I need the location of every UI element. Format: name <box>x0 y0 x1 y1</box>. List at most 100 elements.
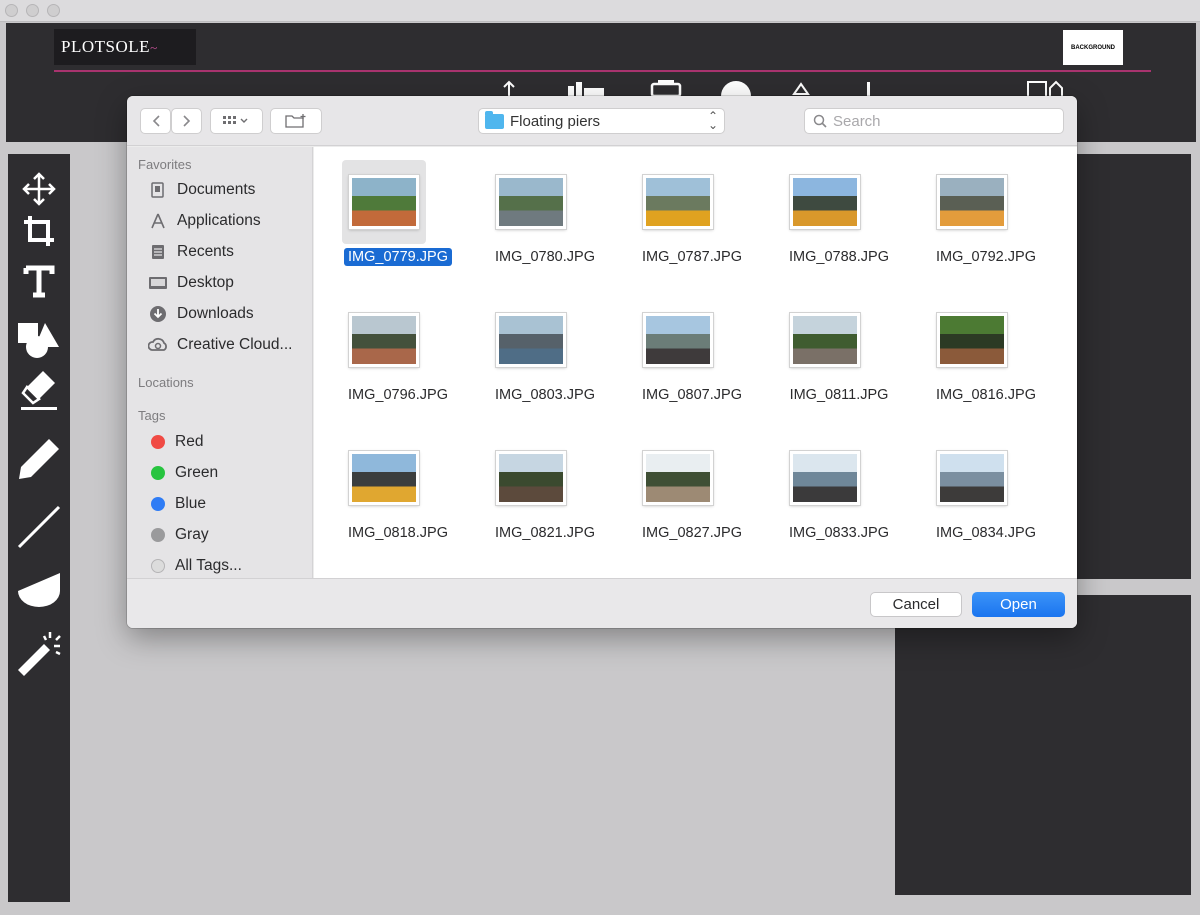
photo-thumbnail <box>643 175 713 229</box>
file-item[interactable]: IMG_0816.JPG <box>901 298 1036 418</box>
properties-panel <box>895 595 1191 895</box>
photo-thumbnail <box>643 451 713 505</box>
sidebar-item-downloads[interactable]: Downloads <box>147 302 254 326</box>
search-field[interactable] <box>804 108 1064 134</box>
file-item[interactable]: IMG_0780.JPG <box>460 160 595 280</box>
file-item[interactable]: IMG_0779.JPG <box>313 160 452 280</box>
crop-icon[interactable] <box>16 208 62 254</box>
green-tag-icon <box>151 466 165 480</box>
photo-thumbnail <box>496 313 566 367</box>
file-thumbnail-frame <box>636 436 720 520</box>
photo-thumbnail <box>790 313 860 367</box>
file-thumbnail-frame <box>930 436 1014 520</box>
photo-thumbnail <box>349 313 419 367</box>
move-icon[interactable] <box>16 166 62 212</box>
file-item[interactable]: IMG_0834.JPG <box>901 436 1036 556</box>
blue-tag-icon <box>151 497 165 511</box>
layers-panel <box>1076 154 1191 579</box>
window-titlebar <box>0 0 1200 22</box>
photo-thumbnail <box>496 175 566 229</box>
file-name: IMG_0792.JPG <box>936 249 1036 265</box>
chevron-right-icon <box>182 115 190 127</box>
photo-thumbnail <box>643 313 713 367</box>
zoom-window-button[interactable] <box>47 4 60 17</box>
file-item[interactable]: IMG_0796.JPG <box>313 298 448 418</box>
eraser-icon[interactable] <box>16 366 62 412</box>
gray-tag-icon <box>151 528 165 542</box>
dialog-footer: Cancel Open <box>127 578 1077 628</box>
file-thumbnail-frame <box>489 298 573 382</box>
minimize-window-button[interactable] <box>26 4 39 17</box>
photo-thumbnail <box>937 451 1007 505</box>
sidebar-item-documents[interactable]: Documents <box>147 178 255 202</box>
file-thumbnail-frame <box>342 298 426 382</box>
grid-view-icon <box>222 116 247 124</box>
line-icon[interactable] <box>16 504 62 550</box>
sidebar-item-applications[interactable]: Applications <box>147 209 261 233</box>
file-name: IMG_0816.JPG <box>936 387 1036 403</box>
header-divider <box>54 70 1151 72</box>
photo-thumbnail <box>349 175 419 229</box>
file-item[interactable]: IMG_0807.JPG <box>607 298 742 418</box>
desktop-icon <box>147 274 169 292</box>
sidebar-item-desktop[interactable]: Desktop <box>147 271 234 295</box>
pencil-icon[interactable] <box>16 436 62 482</box>
forward-button[interactable] <box>171 108 202 134</box>
folder-icon <box>485 110 504 129</box>
sidebar-item-recents[interactable]: Recents <box>147 240 234 264</box>
file-item[interactable]: IMG_0818.JPG <box>313 436 448 556</box>
sidebar-item-creative-cloud[interactable]: Creative Cloud... <box>147 333 292 357</box>
dialog-toolbar: Floating piers ⌃ ⌄ <box>127 96 1077 146</box>
photo-thumbnail <box>937 313 1007 367</box>
text-icon[interactable] <box>16 258 62 304</box>
tool-rail <box>8 154 70 902</box>
sidebar-tag-gray[interactable]: Gray <box>147 523 209 547</box>
file-thumbnail-frame <box>342 160 426 244</box>
red-tag-icon <box>151 435 165 449</box>
search-input[interactable] <box>833 112 1053 130</box>
file-item[interactable]: IMG_0788.JPG <box>754 160 889 280</box>
photo-thumbnail <box>496 451 566 505</box>
folder-path-select[interactable]: Floating piers ⌃ ⌄ <box>478 108 725 134</box>
file-item[interactable]: IMG_0827.JPG <box>607 436 742 556</box>
close-window-button[interactable] <box>5 4 18 17</box>
sidebar-tag-all[interactable]: All Tags... <box>147 554 242 578</box>
file-item[interactable]: IMG_0811.JPG <box>754 298 888 418</box>
file-thumbnail-frame <box>636 298 720 382</box>
creative-cloud-icon <box>147 336 169 354</box>
updown-chevron-icon: ⌃ ⌄ <box>707 109 718 132</box>
sidebar-tag-green[interactable]: Green <box>147 461 218 485</box>
documents-icon <box>147 181 169 199</box>
file-item[interactable]: IMG_0803.JPG <box>460 298 595 418</box>
file-thumbnail-frame <box>783 298 867 382</box>
file-thumbnail-frame <box>930 160 1014 244</box>
back-button[interactable] <box>140 108 171 134</box>
magic-wand-icon[interactable] <box>16 630 62 676</box>
photo-thumbnail <box>937 175 1007 229</box>
background-button[interactable]: BACKGROUND <box>1063 30 1123 65</box>
tags-header: Tags <box>138 408 166 423</box>
file-item[interactable]: IMG_0792.JPG <box>901 160 1036 280</box>
sidebar-tag-red[interactable]: Red <box>147 430 203 454</box>
file-item[interactable]: IMG_0787.JPG <box>607 160 742 280</box>
new-folder-button[interactable] <box>270 108 322 134</box>
file-item[interactable]: IMG_0821.JPG <box>460 436 595 556</box>
bucket-icon[interactable] <box>16 566 62 612</box>
file-thumbnail-frame <box>783 160 867 244</box>
file-item[interactable]: IMG_0833.JPG <box>754 436 889 556</box>
folder-path-label: Floating piers <box>510 112 601 130</box>
view-options-button[interactable] <box>210 108 263 134</box>
file-thumbnail-frame <box>342 436 426 520</box>
chevron-left-icon <box>152 115 160 127</box>
photo-thumbnail <box>349 451 419 505</box>
app-logo: PLOTSOLE~ <box>54 29 196 65</box>
cancel-button[interactable]: Cancel <box>870 592 962 617</box>
file-thumbnail-frame <box>489 160 573 244</box>
shapes-icon[interactable] <box>16 316 62 362</box>
sidebar-tag-blue[interactable]: Blue <box>147 492 206 516</box>
file-thumbnail-frame <box>930 298 1014 382</box>
open-button[interactable]: Open <box>972 592 1065 617</box>
all-tags-icon <box>151 559 165 573</box>
file-name: IMG_0834.JPG <box>936 525 1036 541</box>
file-grid: IMG_0779.JPG IMG_0780.JPG IMG_0787.JPG IMG_… <box>314 147 1077 578</box>
